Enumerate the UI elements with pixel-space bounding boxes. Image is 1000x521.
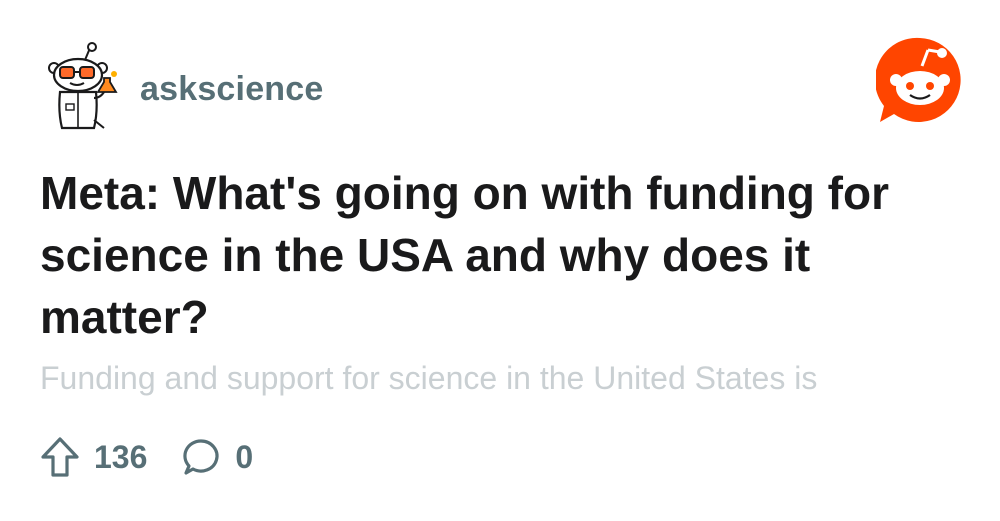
comment-control[interactable]: 0 (181, 437, 253, 477)
comment-count: 0 (235, 438, 254, 475)
subreddit-name[interactable]: askscience (140, 70, 324, 109)
post-preview-text: Funding and support for science in the U… (40, 360, 818, 396)
upvote-count: 136 (94, 438, 148, 475)
scientist-snoo-icon[interactable] (40, 42, 130, 132)
post-stats: 136 0 (40, 432, 287, 482)
post-title[interactable]: Meta: What's going on with funding for s… (40, 162, 970, 348)
upvote-arrow-icon[interactable] (40, 436, 80, 478)
post-header: askscience (40, 36, 964, 136)
upvote-control[interactable]: 136 (40, 436, 147, 478)
comment-bubble-icon[interactable] (181, 437, 221, 477)
reddit-logo-icon[interactable] (876, 36, 964, 124)
